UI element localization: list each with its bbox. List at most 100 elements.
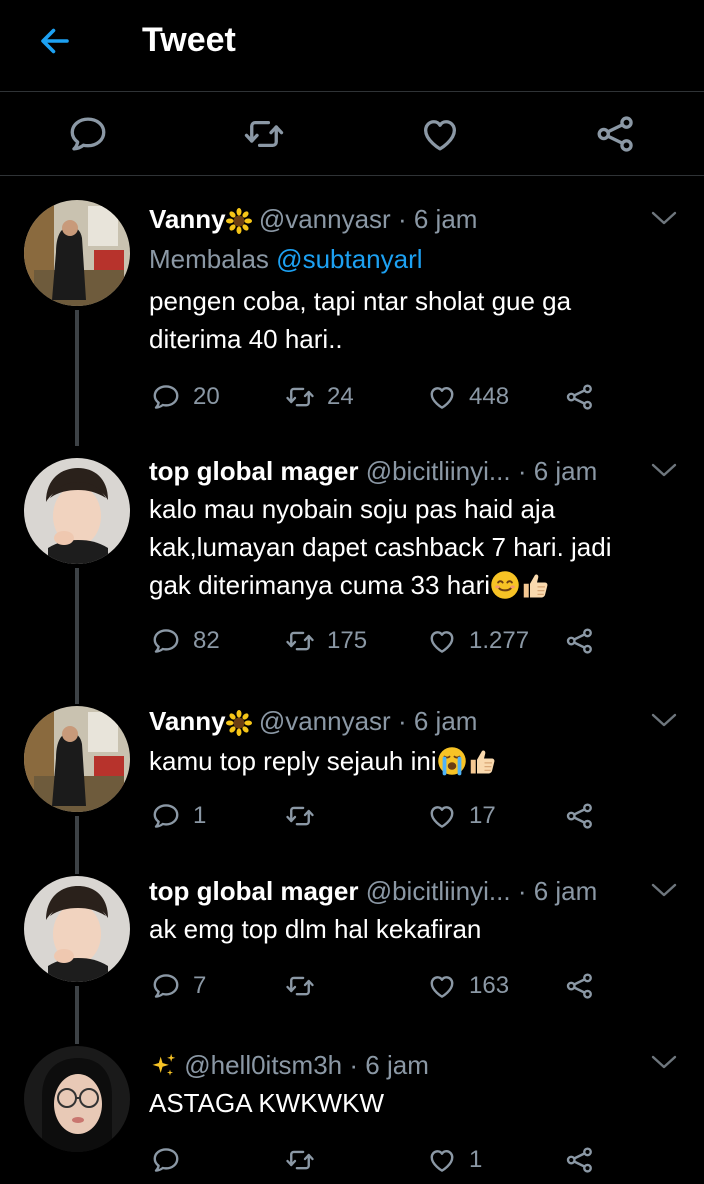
sunflower-icon xyxy=(226,208,252,234)
share-icon xyxy=(565,971,595,1001)
like-button[interactable]: 1.277 xyxy=(427,621,529,661)
retweet-count: 24 xyxy=(327,383,354,410)
reply-count: 20 xyxy=(193,383,220,410)
share-button[interactable] xyxy=(565,377,595,417)
handle[interactable]: @hell0itsm3h xyxy=(184,1050,342,1080)
reply-button[interactable]: 20 xyxy=(151,377,220,417)
thumbs-up-icon xyxy=(520,570,550,600)
retweet-icon xyxy=(285,382,315,412)
avatar[interactable] xyxy=(24,1046,130,1152)
thread-line xyxy=(75,986,79,1044)
handle[interactable]: @bicitliinyi... xyxy=(366,876,511,906)
text-line: kamu top reply sejauh ini xyxy=(149,742,664,780)
share-button[interactable] xyxy=(565,621,595,661)
display-name[interactable]: Vanny xyxy=(149,706,226,736)
like-count: 163 xyxy=(469,972,510,999)
top-bar: Tweet xyxy=(0,0,704,92)
like-button[interactable]: 17 xyxy=(427,796,496,836)
text-line: diterima 40 hari.. xyxy=(149,324,343,354)
like-count: 1.277 xyxy=(469,627,530,654)
reply-count: 7 xyxy=(193,972,207,999)
handle[interactable]: @bicitliinyi... xyxy=(366,456,511,486)
timestamp: 6 jam xyxy=(413,204,478,234)
like-button[interactable]: 448 xyxy=(427,377,509,417)
reply-button[interactable]: 7 xyxy=(151,966,206,1006)
share-button[interactable] xyxy=(594,112,638,156)
reply-button[interactable] xyxy=(66,112,110,156)
separator: · xyxy=(397,204,407,234)
share-button[interactable] xyxy=(565,1140,595,1180)
back-button[interactable] xyxy=(34,20,76,62)
heart-icon xyxy=(427,801,457,831)
thread-line xyxy=(75,568,79,704)
tweet-stats: 7 163 xyxy=(149,966,704,1006)
text-span: gak diterimanya cuma 33 hari xyxy=(149,570,491,600)
reply-button[interactable]: 82 xyxy=(151,621,220,661)
retweet-count: 175 xyxy=(327,627,368,654)
handle[interactable]: @vannyasr xyxy=(259,706,391,736)
tweet-meta: top global mager @bicitliinyi... · 6 jam xyxy=(149,874,634,908)
avatar[interactable] xyxy=(24,200,130,306)
avatar-photo xyxy=(24,1046,130,1152)
handle[interactable]: @vannyasr xyxy=(259,204,391,234)
share-icon xyxy=(565,626,595,656)
retweet-button[interactable] xyxy=(285,796,327,836)
tweet-stats: 82 175 1.277 xyxy=(149,621,704,661)
timestamp: 6 jam xyxy=(365,1050,429,1080)
retweet-icon xyxy=(285,801,315,831)
chevron-down-icon[interactable] xyxy=(650,880,678,900)
share-button[interactable] xyxy=(565,796,595,836)
separator: · xyxy=(517,876,527,906)
tweet-stats: 20 24 448 xyxy=(149,377,704,417)
tweet-stats: 1 17 xyxy=(149,796,704,836)
timestamp: 6 jam xyxy=(413,706,478,736)
crying-face-icon xyxy=(437,746,467,776)
arrow-left-icon xyxy=(41,28,69,54)
retweet-button[interactable]: 175 xyxy=(285,621,367,661)
share-button[interactable] xyxy=(565,966,595,1006)
retweet-icon xyxy=(243,113,285,155)
text-line: gak diterimanya cuma 33 hari xyxy=(149,566,664,604)
like-button[interactable]: 163 xyxy=(427,966,509,1006)
chevron-down-icon[interactable] xyxy=(650,1052,678,1072)
display-name[interactable]: top global mager xyxy=(149,876,358,906)
like-count: 448 xyxy=(469,383,510,410)
heart-icon xyxy=(427,1145,457,1175)
avatar[interactable] xyxy=(24,706,130,812)
retweet-icon xyxy=(285,626,315,656)
like-button[interactable] xyxy=(418,112,462,156)
reply-button[interactable] xyxy=(151,1140,193,1180)
retweet-button[interactable] xyxy=(285,966,327,1006)
sparkles-icon xyxy=(149,1052,177,1080)
chevron-down-icon[interactable] xyxy=(650,710,678,730)
avatar[interactable] xyxy=(24,458,130,564)
timestamp: 6 jam xyxy=(533,456,598,486)
tweet-text: kalo mau nyobain soju pas haid aja kak,l… xyxy=(149,490,664,604)
reply-button[interactable]: 1 xyxy=(151,796,206,836)
display-name[interactable]: Vanny xyxy=(149,204,226,234)
retweet-button[interactable] xyxy=(242,112,286,156)
like-button[interactable]: 1 xyxy=(427,1140,482,1180)
tweet-stats: 1 xyxy=(149,1140,704,1180)
share-icon xyxy=(565,1145,595,1175)
tweet-action-bar xyxy=(0,92,704,176)
tweet-text: ASTAGA KWKWKW xyxy=(149,1084,664,1122)
tweet-meta: @hell0itsm3h · 6 jam xyxy=(149,1048,634,1082)
avatar-photo xyxy=(24,200,130,306)
retweet-button[interactable] xyxy=(285,1140,327,1180)
thread-line xyxy=(75,310,79,446)
tweet-text: kamu top reply sejauh ini xyxy=(149,742,664,780)
page-title: Tweet xyxy=(142,21,236,59)
chevron-down-icon[interactable] xyxy=(650,460,678,480)
reply-icon xyxy=(151,801,181,831)
retweet-icon xyxy=(285,971,315,1001)
tweet-meta: Vanny @vannyasr · 6 jam xyxy=(149,704,634,738)
display-name[interactable]: top global mager xyxy=(149,456,358,486)
text-line: pengen coba, tapi ntar sholat gue ga xyxy=(149,286,572,316)
avatar-photo xyxy=(24,876,130,982)
avatar[interactable] xyxy=(24,876,130,982)
retweet-button[interactable]: 24 xyxy=(285,377,354,417)
mention-link[interactable]: @subtanyarl xyxy=(276,244,422,274)
smiling-face-icon xyxy=(490,570,520,600)
chevron-down-icon[interactable] xyxy=(650,208,678,228)
